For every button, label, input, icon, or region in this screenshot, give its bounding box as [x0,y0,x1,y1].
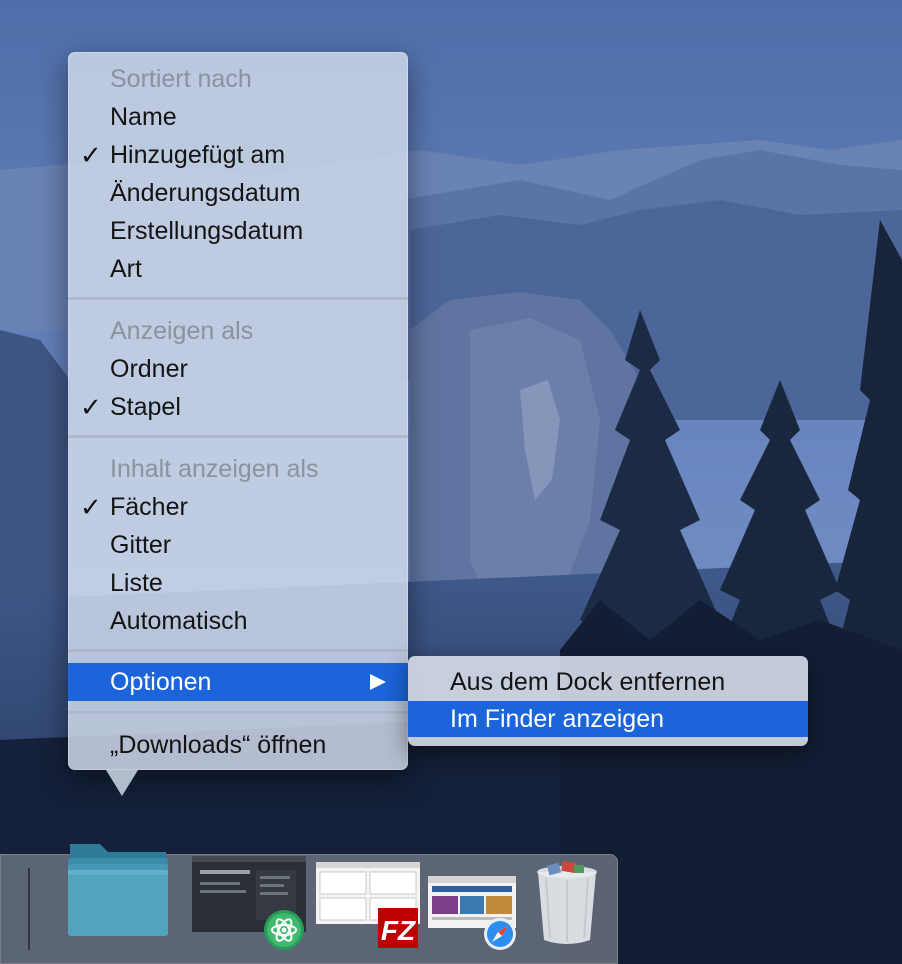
folder-icon [68,844,168,936]
dock-separator [28,868,30,950]
submenu-item-show-in-finder[interactable]: Im Finder anzeigen [408,701,808,737]
menu-item-display-stack[interactable]: ✓ Stapel [68,388,408,426]
menu-separator [68,649,408,652]
dock-item-trash[interactable] [532,860,602,955]
dock-item-filezilla[interactable]: FZ [316,862,422,959]
menu-item-view-automatic[interactable]: Automatisch [68,602,408,640]
trash-icon [537,860,597,944]
menu-item-display-folder[interactable]: Ordner [68,350,408,388]
dock-item-atom[interactable] [192,856,308,957]
svg-text:FZ: FZ [381,915,416,946]
dock-item-downloads[interactable] [64,832,174,945]
dock: FZ [0,844,618,964]
menu-separator [68,435,408,438]
menu-item-sort-kind[interactable]: Art [68,250,408,288]
menu-item-sort-name[interactable]: Name [68,98,408,136]
menu-item-view-list[interactable]: Liste [68,564,408,602]
view-content-as-header: Inhalt anzeigen als [110,455,319,483]
display-as-header: Anzeigen als [110,317,254,345]
submenu-item-remove-from-dock[interactable]: Aus dem Dock entfernen [408,664,808,700]
safari-icon [428,876,516,950]
options-submenu: Aus dem Dock entfernen Im Finder anzeige… [408,656,808,746]
menu-pointer-tail [106,770,138,796]
menu-item-view-grid[interactable]: Gitter [68,526,408,564]
menu-item-sort-date-modified[interactable]: Änderungsdatum [68,174,408,212]
menu-separator [68,297,408,300]
menu-item-options[interactable]: Optionen [68,663,408,701]
menu-item-open-downloads[interactable]: „Downloads“ öffnen [68,726,408,764]
checkmark-icon: ✓ [80,392,102,422]
checkmark-icon: ✓ [80,140,102,170]
menu-item-sort-date-created[interactable]: Erstellungsdatum [68,212,408,250]
atom-icon [192,856,306,950]
filezilla-icon: FZ [316,862,420,948]
dock-item-safari[interactable] [428,876,522,961]
checkmark-icon: ✓ [80,492,102,522]
submenu-arrow-icon [370,674,386,690]
menu-item-view-fan[interactable]: ✓ Fächer [68,488,408,526]
menu-item-sort-date-added[interactable]: ✓ Hinzugefügt am [68,136,408,174]
stack-context-menu: Sortiert nach Name ✓ Hinzugefügt am Ände… [68,52,408,770]
menu-separator [68,711,408,714]
sort-by-header: Sortiert nach [110,65,252,93]
